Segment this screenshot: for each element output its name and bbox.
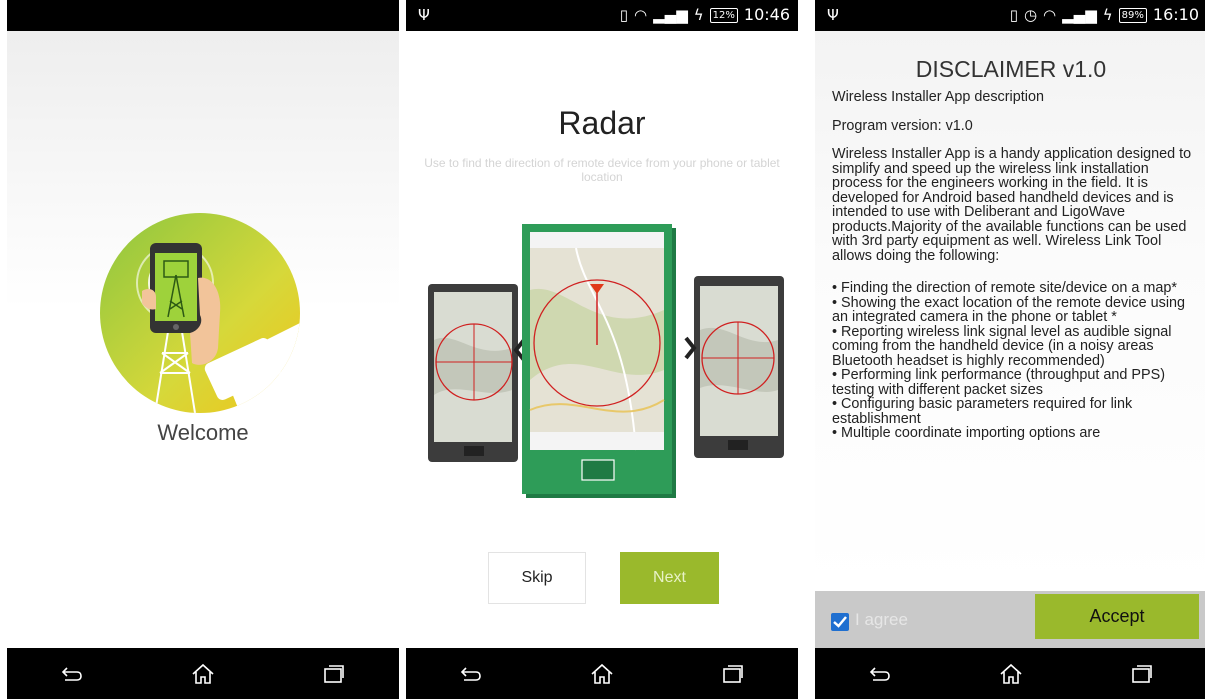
charging-icon: ϟ [693, 6, 704, 24]
battery-indicator: 89% [1118, 7, 1147, 23]
nav-bar [815, 648, 1205, 699]
usb-icon: Ψ [827, 6, 839, 24]
home-button[interactable] [572, 654, 632, 694]
back-button[interactable] [441, 654, 501, 694]
tower-signal-illustration [100, 213, 300, 413]
home-icon [192, 663, 214, 684]
wifi-icon: ◠ [634, 6, 648, 24]
screen-title: Radar [558, 105, 646, 141]
list-item: • Configuring basic parameters required … [832, 396, 1133, 427]
radar-tutorial-screen: Ψ ▯ ◠ ▂▄▆ ϟ 12% 10:46 Radar Use to find … [406, 0, 798, 699]
home-icon [591, 663, 613, 684]
recents-icon [722, 664, 743, 683]
home-button[interactable] [173, 654, 233, 694]
alarm-icon: ◷ [1023, 6, 1038, 24]
status-time: 16:10 [1152, 5, 1199, 24]
back-icon [461, 666, 482, 681]
radar-devices-illustration [428, 224, 784, 498]
list-item: • Multiple coordinate importing options … [832, 425, 1101, 441]
recents-button[interactable] [703, 654, 763, 694]
accept-button[interactable]: Accept [1035, 594, 1199, 639]
screen-description: Use to find the direction of remote devi… [424, 156, 780, 184]
disclaimer-screen: Ψ ▯ ◷ ◠ ▂▄▆ ϟ 89% 16:10 DISCLAIMER v1.0 … [815, 0, 1205, 699]
recents-icon [1131, 664, 1152, 683]
status-time: 10:46 [743, 5, 790, 24]
status-bar: Ψ ▯ ◷ ◠ ▂▄▆ ϟ 89% 16:10 [815, 0, 1205, 31]
next-button[interactable]: Next [620, 552, 719, 604]
program-version-line: Program version: v1.0 [832, 117, 973, 134]
nav-bar [7, 648, 399, 699]
back-button[interactable] [850, 654, 910, 694]
status-bar: Ψ ▯ ◠ ▂▄▆ ϟ 12% 10:46 [406, 0, 798, 31]
nav-bar [406, 648, 798, 699]
welcome-label: Welcome [157, 420, 249, 445]
back-icon [870, 666, 891, 681]
home-button[interactable] [981, 654, 1041, 694]
agreement-footer: I agree Accept [815, 591, 1205, 648]
signal-icon: ▂▄▆ [1062, 6, 1097, 24]
list-item: • Finding the direction of remote site/d… [832, 280, 1178, 296]
checkmark-icon [833, 616, 847, 628]
agree-label[interactable]: I agree [855, 610, 908, 630]
recents-icon [323, 664, 344, 683]
feature-list: • Finding the direction of remote site/d… [832, 281, 1194, 441]
status-bar [7, 0, 399, 31]
usb-icon: Ψ [418, 6, 430, 24]
list-item: • Showing the exact location of the remo… [832, 294, 1186, 325]
welcome-screen: Welcome [7, 0, 399, 699]
list-item: • Reporting wireless link signal level a… [832, 323, 1172, 369]
wifi-icon: ◠ [1043, 6, 1057, 24]
signal-icon: ▂▄▆ [653, 6, 688, 24]
recents-button[interactable] [304, 654, 364, 694]
back-button[interactable] [42, 654, 102, 694]
app-description-paragraph: Wireless Installer App is a handy applic… [832, 146, 1192, 264]
vibrate-icon: ▯ [619, 6, 629, 24]
skip-button[interactable]: Skip [488, 552, 586, 604]
disclaimer-text[interactable]: Wireless Installer App description Progr… [832, 90, 1194, 584]
disclaimer-title: DISCLAIMER v1.0 [915, 56, 1107, 82]
battery-indicator: 12% [709, 7, 738, 23]
vibrate-icon: ▯ [1009, 6, 1018, 24]
recents-button[interactable] [1112, 654, 1172, 694]
agree-checkbox[interactable] [831, 613, 849, 631]
charging-icon: ϟ [1102, 6, 1113, 24]
app-description-line: Wireless Installer App description [832, 90, 1044, 105]
back-icon [62, 666, 83, 681]
list-item: • Performing link performance (throughpu… [832, 367, 1165, 398]
home-icon [1000, 663, 1022, 684]
